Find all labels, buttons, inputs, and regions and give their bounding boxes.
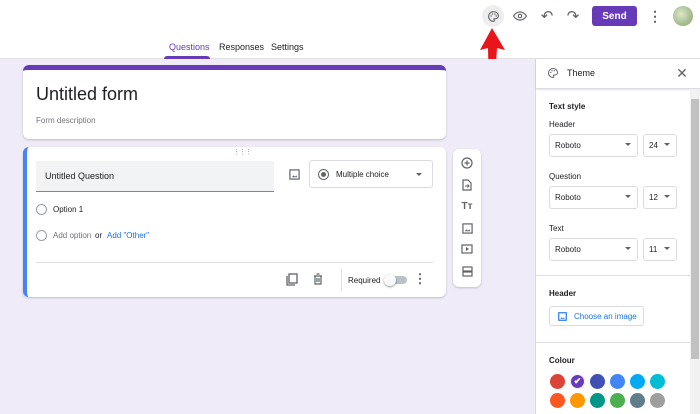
text-font-select[interactable]: Roboto xyxy=(549,238,638,261)
add-video-icon[interactable] xyxy=(459,241,475,257)
add-option-link[interactable]: Add option xyxy=(53,231,91,240)
tab-responses[interactable]: Responses xyxy=(219,42,264,52)
form-title[interactable]: Untitled form xyxy=(36,84,138,105)
palette-icon[interactable] xyxy=(482,5,504,27)
radio-checked-icon xyxy=(318,169,329,180)
question-font-label: Question xyxy=(549,172,582,181)
colour-swatch[interactable] xyxy=(550,393,565,408)
colour-swatch[interactable] xyxy=(650,374,665,389)
colour-heading: Colour xyxy=(549,356,575,365)
palette-icon xyxy=(546,66,560,80)
theme-panel: Theme ✕ Text style Header Roboto 24 Ques… xyxy=(535,59,700,414)
header-font-value: Roboto xyxy=(555,141,581,150)
choose-image-label: Choose an image xyxy=(574,311,637,321)
text-font-value: Roboto xyxy=(555,245,581,254)
header-size-select[interactable]: 24 xyxy=(643,134,677,157)
form-title-card: Untitled form Form description xyxy=(23,65,446,139)
text-size-value: 11 xyxy=(649,245,658,254)
question-font-select[interactable]: Roboto xyxy=(549,186,638,209)
header-font-select[interactable]: Roboto xyxy=(549,134,638,157)
duplicate-icon[interactable] xyxy=(284,271,300,287)
check-icon: ✔ xyxy=(573,376,582,386)
divider xyxy=(341,269,342,291)
question-size-value: 12 xyxy=(649,193,658,202)
divider xyxy=(36,262,433,263)
delete-icon[interactable] xyxy=(310,271,326,287)
add-section-icon[interactable] xyxy=(459,263,475,279)
colour-swatch[interactable] xyxy=(650,393,665,408)
tab-settings[interactable]: Settings xyxy=(271,42,304,52)
more-vert-icon[interactable]: ⋮ xyxy=(414,271,427,287)
tab-questions[interactable]: Questions xyxy=(169,42,210,52)
undo-icon[interactable]: ↶ xyxy=(538,7,556,25)
eye-icon[interactable] xyxy=(511,7,529,25)
title-text-icon[interactable]: Tт xyxy=(459,198,475,214)
theme-title: Theme xyxy=(567,68,596,78)
option-1-input[interactable]: Option 1 xyxy=(53,205,83,214)
colour-swatch[interactable] xyxy=(630,393,645,408)
question-title-input[interactable]: Untitled Question xyxy=(36,161,274,192)
scrollbar-thumb[interactable] xyxy=(691,99,699,359)
divider xyxy=(536,342,690,343)
avatar[interactable] xyxy=(673,6,693,26)
text-style-heading: Text style xyxy=(549,102,586,111)
colour-swatch[interactable] xyxy=(550,374,565,389)
floating-toolbar: Tт xyxy=(453,149,481,287)
image-icon xyxy=(558,311,567,321)
import-questions-icon[interactable] xyxy=(459,177,475,193)
add-image-icon[interactable] xyxy=(459,220,475,236)
colour-swatch[interactable] xyxy=(590,374,605,389)
drag-handle-icon[interactable]: ⋮⋮⋮ xyxy=(233,148,252,156)
form-description[interactable]: Form description xyxy=(36,116,96,125)
divider xyxy=(536,275,690,276)
question-type-select[interactable]: Multiple choice xyxy=(309,160,433,188)
redo-icon[interactable]: ↷ xyxy=(564,7,582,25)
more-vert-icon[interactable]: ⋮ xyxy=(647,7,663,25)
add-option-radio-icon xyxy=(36,230,47,241)
colour-swatch[interactable] xyxy=(610,393,625,408)
header-font-label: Header xyxy=(549,120,576,129)
required-label: Required xyxy=(348,276,381,285)
text-font-label: Text xyxy=(549,224,564,233)
add-other-link[interactable]: Add "Other" xyxy=(107,231,149,240)
or-text: or xyxy=(95,231,103,240)
colour-swatch[interactable] xyxy=(590,393,605,408)
theme-header: Theme ✕ xyxy=(536,59,700,89)
required-toggle[interactable] xyxy=(384,274,407,286)
question-type-label: Multiple choice xyxy=(336,169,389,179)
colour-swatch[interactable] xyxy=(610,374,625,389)
question-font-value: Roboto xyxy=(555,193,581,202)
add-question-icon[interactable] xyxy=(459,155,475,171)
scrollbar[interactable] xyxy=(690,89,700,414)
close-icon[interactable]: ✕ xyxy=(675,65,689,81)
option-radio-icon xyxy=(36,204,47,215)
header-image-heading: Header xyxy=(549,289,577,298)
question-card: ⋮⋮⋮ Untitled Question Multiple choice Op… xyxy=(23,147,446,297)
header-size-value: 24 xyxy=(649,141,658,150)
colour-swatch[interactable]: ✔ xyxy=(570,374,585,389)
choose-image-button[interactable]: Choose an image xyxy=(549,306,644,326)
question-size-select[interactable]: 12 xyxy=(643,186,677,209)
send-button[interactable]: Send xyxy=(592,6,637,26)
colour-swatch[interactable] xyxy=(570,393,585,408)
text-size-select[interactable]: 11 xyxy=(643,238,677,261)
image-icon[interactable] xyxy=(287,167,301,181)
colour-swatch[interactable] xyxy=(630,374,645,389)
